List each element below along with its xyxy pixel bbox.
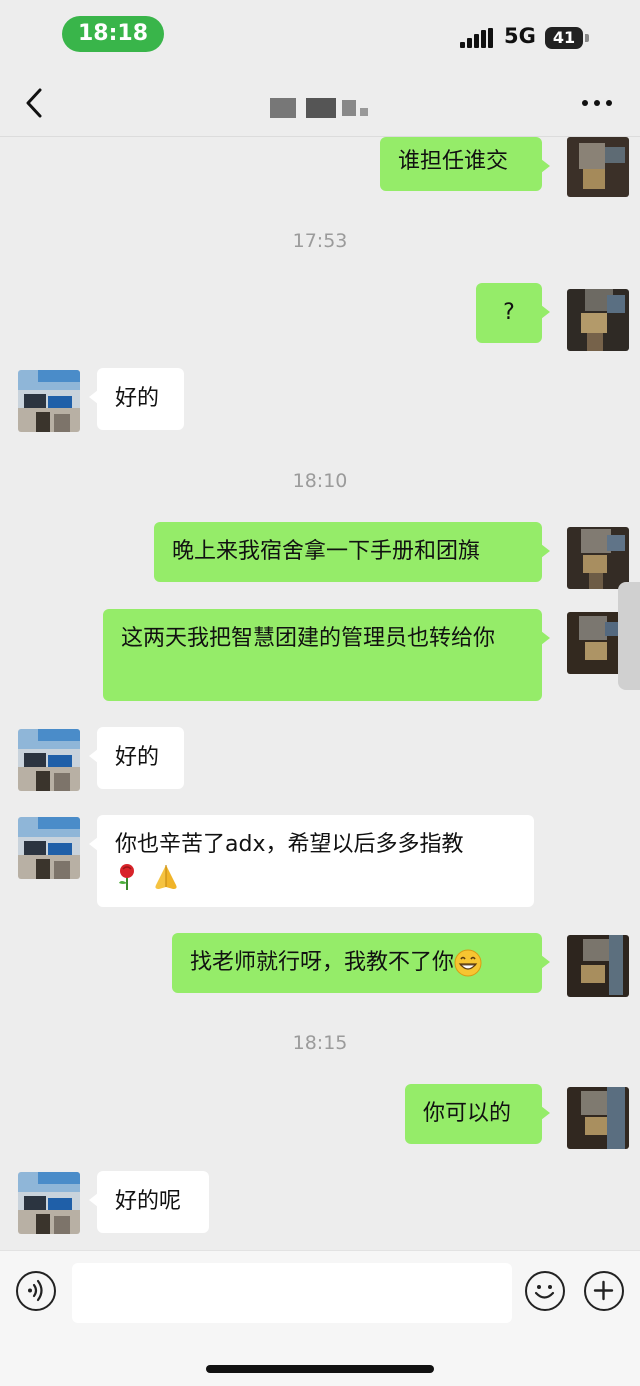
message-text: 这两天我把智慧团建的管理员也转给你 (121, 626, 496, 651)
timestamp: 17:53 (292, 230, 348, 252)
voice-icon[interactable] (16, 1271, 56, 1311)
contact-avatar[interactable] (18, 1172, 80, 1234)
timestamp: 18:15 (292, 1032, 348, 1054)
chevron-left-icon[interactable] (18, 84, 52, 122)
my-avatar[interactable] (567, 1087, 629, 1149)
message-input[interactable] (72, 1263, 512, 1323)
outgoing-message[interactable]: 你可以的 (405, 1084, 550, 1144)
plus-icon[interactable] (584, 1271, 624, 1311)
message-text: 好的呢 (115, 1189, 182, 1214)
chat-header (0, 70, 640, 137)
message-text: 你可以的 (423, 1101, 512, 1126)
network-label: 5G (504, 24, 536, 48)
my-avatar[interactable] (567, 289, 629, 351)
message-text: 好的 (115, 745, 160, 770)
contact-avatar[interactable] (18, 817, 80, 879)
signal-icon (460, 28, 494, 48)
outgoing-message[interactable]: 晚上来我宿舍拿一下手册和团旗 (154, 522, 550, 582)
more-dots-icon[interactable] (582, 100, 614, 108)
outgoing-message[interactable]: 找老师就行呀，我教不了你 (172, 933, 550, 993)
message-text: 晚上来我宿舍拿一下手册和团旗 (172, 539, 481, 564)
incoming-message[interactable]: 你也辛苦了adx，希望以后多多指教 (89, 815, 534, 907)
chat-message-list[interactable]: 谁担任谁交 17:53 ? 好的 18:10 晚上来我宿舍拿一下手册和团旗 这两… (0, 137, 640, 1250)
outgoing-message[interactable]: ? (476, 283, 550, 343)
message-text: 好的 (115, 386, 160, 411)
battery-icon: 41 (545, 27, 583, 49)
message-text: ? (503, 300, 515, 325)
message-text: 你也辛苦了adx，希望以后多多指教 (115, 832, 464, 857)
grinning-face-icon (454, 949, 482, 977)
scrollbar[interactable] (618, 582, 640, 690)
incoming-message[interactable]: 好的呢 (89, 1171, 209, 1233)
battery-tip (585, 34, 589, 42)
outgoing-message[interactable]: 这两天我把智慧团建的管理员也转给你 (103, 609, 550, 701)
incoming-message[interactable]: 好的 (89, 368, 184, 430)
contact-avatar[interactable] (18, 729, 80, 791)
status-bar: 18:18 5G 41 (0, 0, 640, 70)
timestamp: 18:10 (292, 470, 348, 492)
battery-level: 41 (552, 28, 576, 47)
input-bar (0, 1250, 640, 1386)
home-indicator (206, 1365, 434, 1373)
emoji-icon[interactable] (525, 1271, 565, 1311)
outgoing-message[interactable]: 谁担任谁交 (380, 137, 550, 191)
chat-title-blurred (270, 98, 370, 118)
praying-hands-icon (155, 865, 177, 889)
my-avatar[interactable] (567, 527, 629, 589)
my-avatar[interactable] (567, 935, 629, 997)
incoming-message[interactable]: 好的 (89, 727, 184, 789)
contact-avatar[interactable] (18, 370, 80, 432)
status-time: 18:18 (62, 16, 164, 52)
message-text: 找老师就行呀，我教不了你 (190, 950, 455, 975)
rose-icon (119, 864, 134, 890)
my-avatar[interactable] (567, 137, 629, 197)
message-text: 谁担任谁交 (398, 149, 509, 174)
